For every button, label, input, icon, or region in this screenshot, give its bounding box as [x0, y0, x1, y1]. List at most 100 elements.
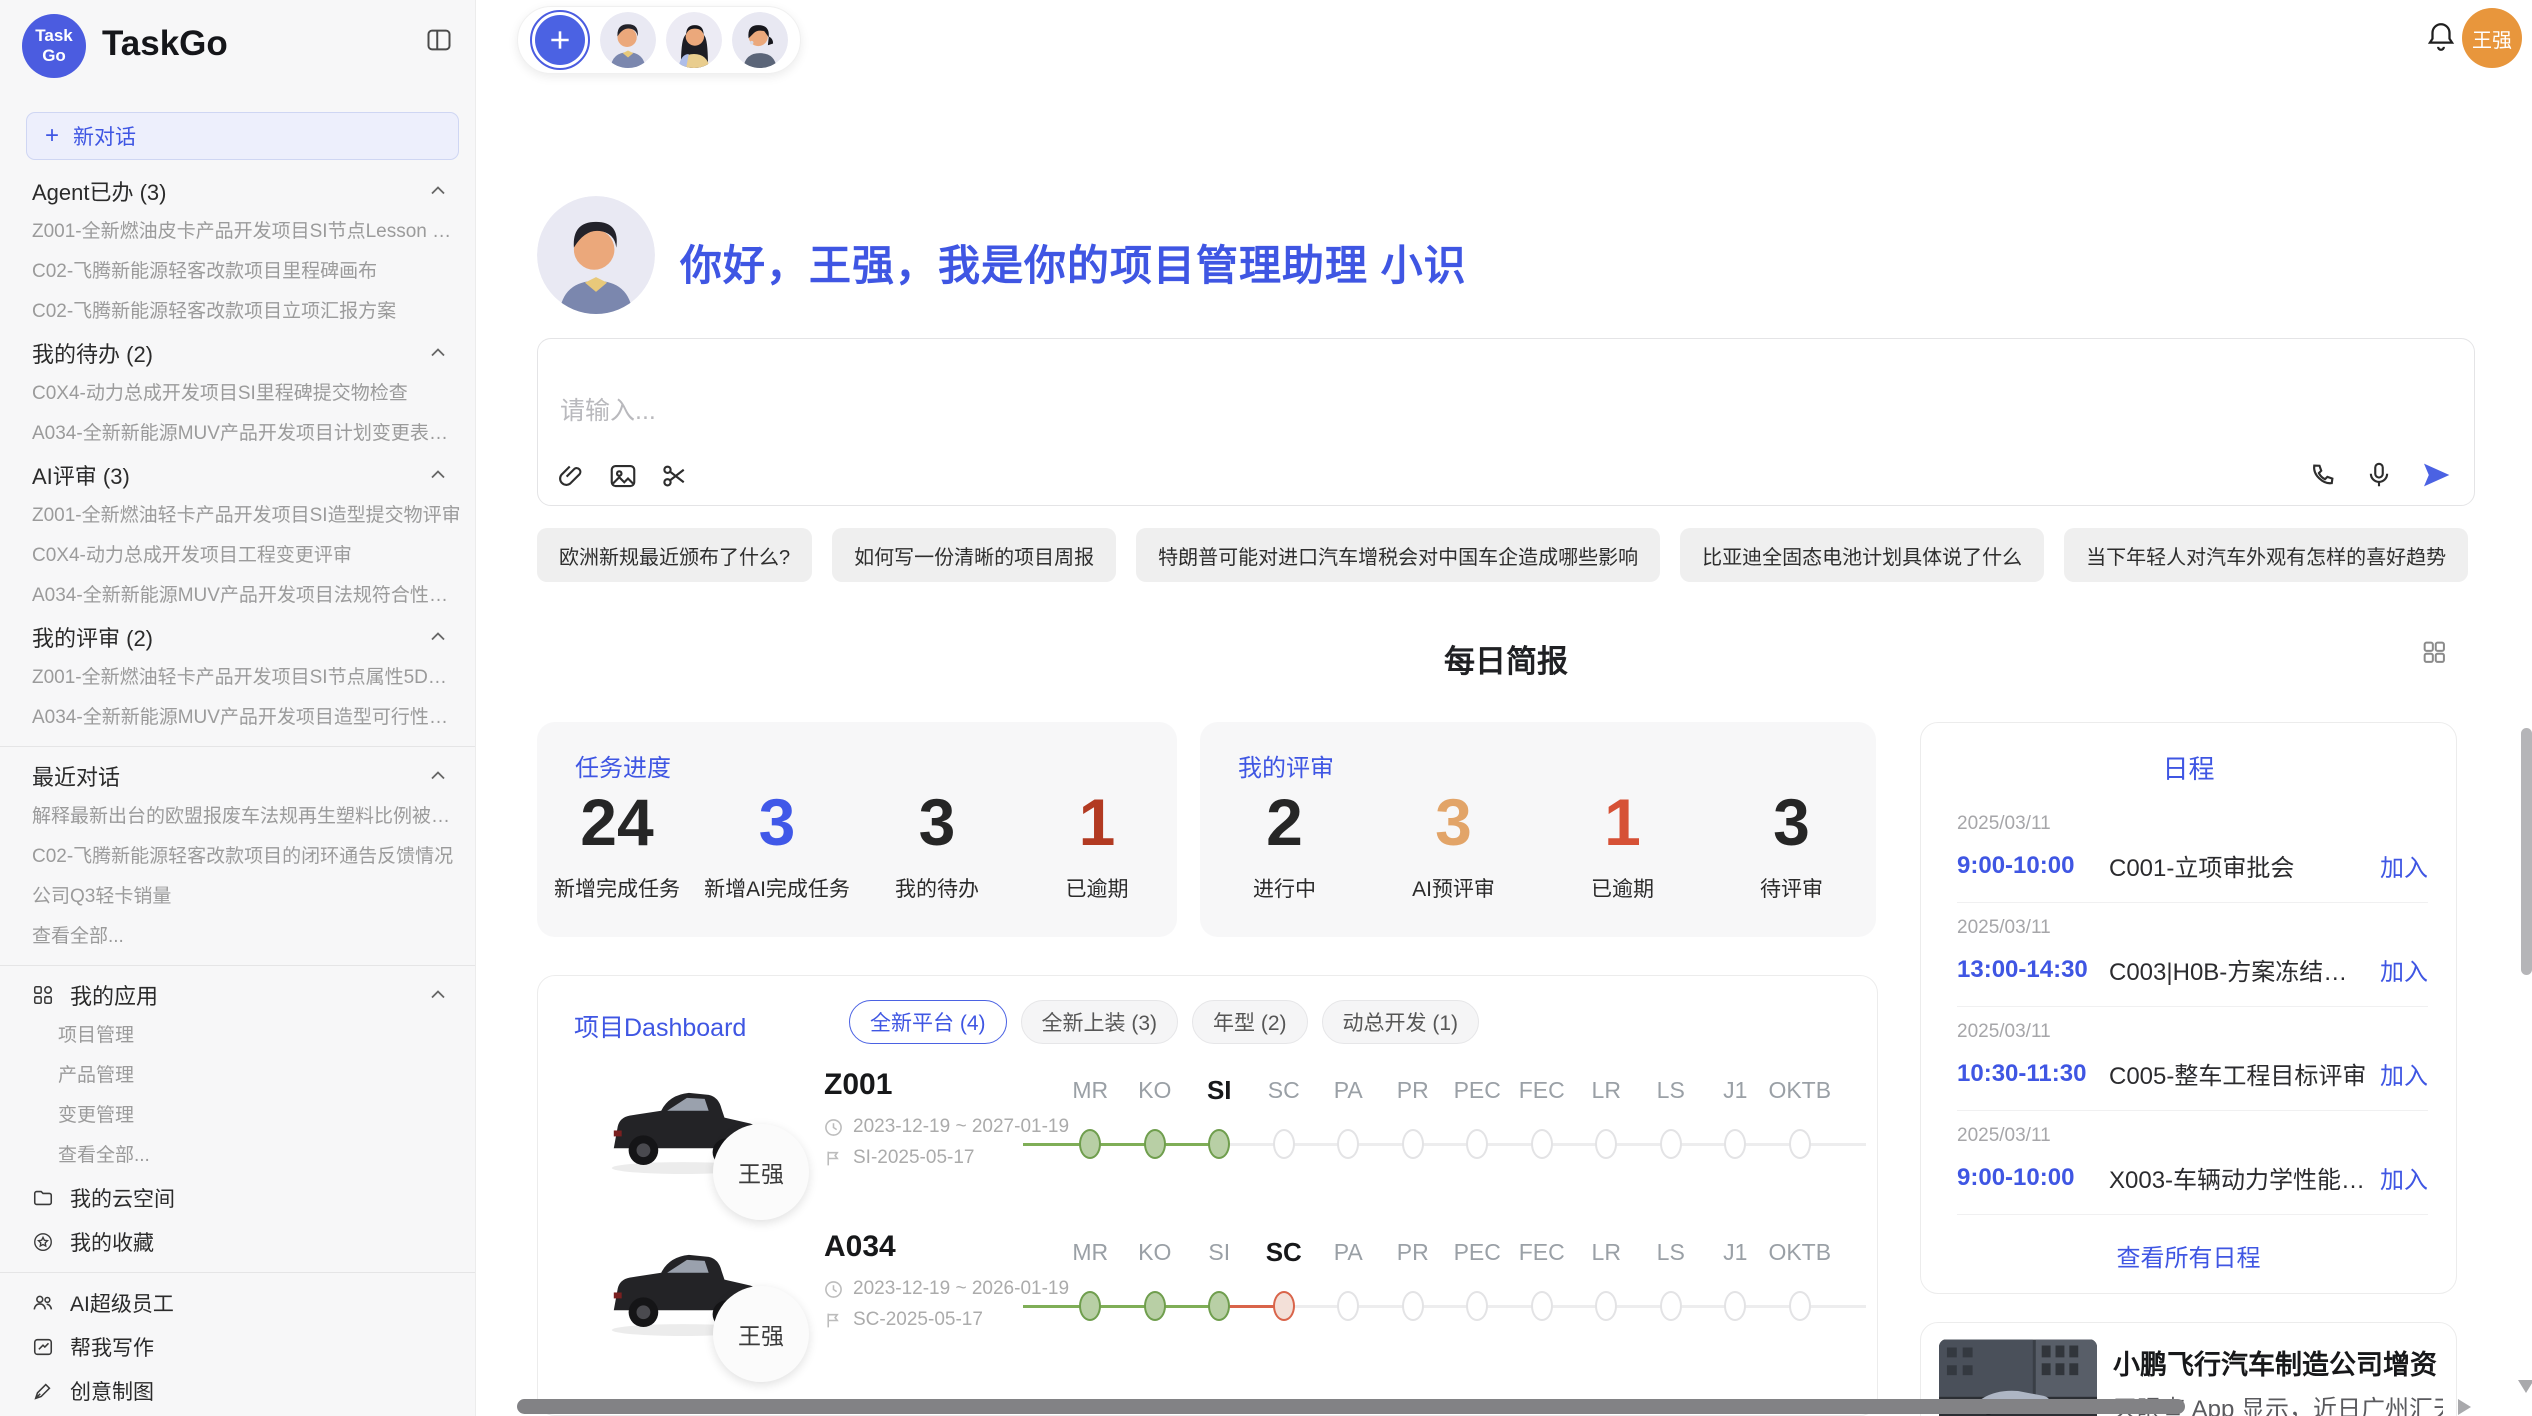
sidebar-item-label: 我的云空间: [70, 1183, 175, 1213]
stat-new-ai-completed: 3 新增AI完成任务: [697, 788, 857, 937]
layout-grid-icon[interactable]: [2420, 638, 2448, 666]
list-item[interactable]: A034-全新新能源MUV产品开发项目造型可行性评审: [0, 698, 475, 738]
assistant-avatar-3[interactable]: [732, 12, 788, 68]
users-icon: [32, 1292, 54, 1314]
view-all-schedule-link[interactable]: 查看所有日程: [1921, 1238, 2456, 1273]
list-item[interactable]: C0X4-动力总成开发项目SI里程碑提交物检查: [0, 374, 475, 414]
section-title: 最近对话: [32, 760, 120, 792]
chat-input[interactable]: [560, 397, 1460, 426]
microphone-icon[interactable]: [2364, 460, 2394, 490]
horizontal-scrollbar[interactable]: [517, 1399, 2185, 1414]
stat-value: 1: [1079, 788, 1116, 857]
sidebar-item-product-mgmt[interactable]: 产品管理: [0, 1056, 475, 1096]
list-item[interactable]: A034-全新新能源MUV产品开发项目法规符合性评审: [0, 576, 475, 616]
sidebar-item-creative-draw[interactable]: 创意制图: [0, 1369, 475, 1413]
list-item[interactable]: C0X4-动力总成开发项目工程变更评审: [0, 536, 475, 576]
list-item[interactable]: Z001-全新燃油轻卡产品开发项目SI造型提交物评审: [0, 496, 475, 536]
greeting-text: 你好，王强，我是你的项目管理助理 小识: [680, 232, 1467, 293]
assistant-avatar-1[interactable]: [600, 12, 656, 68]
list-item[interactable]: 公司Q3轻卡销量: [0, 877, 475, 917]
milestone-label: PA: [1316, 1232, 1381, 1272]
milestone-label: MR: [1058, 1070, 1123, 1110]
list-item[interactable]: C02-飞腾新能源轻客改款项目里程碑画布: [0, 252, 475, 292]
list-item[interactable]: Z001-全新燃油皮卡产品开发项目SI节点Lesson Learn报告: [0, 212, 475, 252]
project-flag-row: SI-2025-05-17: [824, 1147, 1069, 1169]
chevron-up-icon: [427, 765, 449, 787]
list-item[interactable]: Z001-全新燃油轻卡产品开发项目SI节点属性5D文件评审: [0, 658, 475, 698]
view-all-apps[interactable]: 查看全部...: [0, 1136, 475, 1176]
project-info: A034 2023-12-19 ~ 2026-01-19 SC-2025-05-…: [824, 1230, 1069, 1331]
sidebar-collapse-icon[interactable]: [425, 26, 453, 54]
logo-line-bottom: Go: [42, 46, 66, 66]
my-review-card: 我的评审 2 进行中 3 AI预评审 1 已逾期 3 待评审: [1200, 722, 1876, 937]
filter-new-platform[interactable]: 全新平台 (4): [849, 1000, 1007, 1044]
image-icon[interactable]: [608, 461, 638, 491]
milestone-label: LR: [1574, 1232, 1639, 1272]
milestone-label-current: SI: [1187, 1070, 1252, 1110]
attachment-icon[interactable]: [556, 461, 586, 491]
stat-overdue: 1 已逾期: [1017, 788, 1177, 937]
phone-icon[interactable]: [2308, 460, 2338, 490]
sidebar-item-cloud-space[interactable]: 我的云空间: [0, 1176, 475, 1220]
suggestion-chip[interactable]: 当下年轻人对汽车外观有怎样的喜好趋势: [2064, 528, 2468, 582]
section-header-ai-review[interactable]: AI评审 (3): [0, 454, 475, 496]
milestone-label: PEC: [1445, 1232, 1510, 1272]
stat-ai-prereview: 3 AI预评审: [1369, 788, 1538, 937]
list-item[interactable]: 解释最新出台的欧盟报废车法规再生塑料比例被调至15%...: [0, 797, 475, 837]
user-avatar[interactable]: 王强: [2462, 8, 2522, 68]
add-assistant-button[interactable]: [530, 10, 590, 70]
list-item[interactable]: C02-飞腾新能源轻客改款项目立项汇报方案: [0, 292, 475, 332]
send-icon[interactable]: [2420, 459, 2452, 491]
new-chat-button[interactable]: + 新对话: [26, 112, 459, 160]
card-title: 我的评审: [1238, 748, 1334, 783]
milestone-labels: MR KO SI SC PA PR PEC FEC LR LS J1 OKTB: [1058, 1070, 1832, 1110]
milestone-node: [1531, 1291, 1553, 1321]
join-link[interactable]: 加入: [2380, 848, 2428, 883]
project-row[interactable]: 王强 Z001 2023-12-19 ~ 2027-01-19 SI-2025-…: [538, 1064, 1877, 1224]
card-title: 任务进度: [575, 748, 671, 783]
project-row[interactable]: 王强 A034 2023-12-19 ~ 2026-01-19 SC-2025-…: [538, 1226, 1877, 1386]
join-link[interactable]: 加入: [2380, 1160, 2428, 1195]
scroll-down-arrow[interactable]: [2518, 1380, 2532, 1393]
filter-model-year[interactable]: 年型 (2): [1192, 1000, 1308, 1044]
section-header-recent[interactable]: 最近对话: [0, 755, 475, 797]
filter-powertrain[interactable]: 动总开发 (1): [1322, 1000, 1480, 1044]
entry-time: 9:00-10:00: [1957, 852, 2109, 880]
sidebar-item-project-mgmt[interactable]: 项目管理: [0, 1016, 475, 1056]
view-all-conversations[interactable]: 查看全部...: [0, 917, 475, 957]
suggestion-chip[interactable]: 欧洲新规最近颁布了什么?: [537, 528, 812, 582]
assistant-avatar-2[interactable]: [666, 12, 722, 68]
sidebar-item-help-write[interactable]: 帮我写作: [0, 1325, 475, 1369]
list-item[interactable]: A034-全新新能源MUV产品开发项目计划变更表编写: [0, 414, 475, 454]
join-link[interactable]: 加入: [2380, 952, 2428, 987]
milestone-label: J1: [1703, 1232, 1768, 1272]
milestone-node: [1466, 1291, 1488, 1321]
section-header-my-apps[interactable]: 我的应用: [0, 974, 475, 1016]
milestone-label: PR: [1381, 1232, 1446, 1272]
task-progress-card: 任务进度 24 新增完成任务 3 新增AI完成任务 3 我的待办 1 已逾期: [537, 722, 1177, 937]
list-item[interactable]: C02-飞腾新能源轻客改款项目的闭环通告反馈情况: [0, 837, 475, 877]
section-title: AI评审 (3): [32, 459, 130, 491]
vertical-scrollbar[interactable]: [2521, 728, 2532, 975]
suggestion-chip[interactable]: 比亚迪全固态电池计划具体说了什么: [1680, 528, 2044, 582]
project-date-range-row: 2023-12-19 ~ 2027-01-19: [824, 1116, 1069, 1138]
filter-new-body[interactable]: 全新上装 (3): [1021, 1000, 1179, 1044]
milestone-timeline: MR KO SI SC PA PR PEC FEC LR LS J1 OKTB: [1058, 1070, 1832, 1190]
suggestion-chip[interactable]: 特朗普可能对进口汽车增税会对中国车企造成哪些影响: [1136, 528, 1660, 582]
suggestion-chip[interactable]: 如何写一份清晰的项目周报: [832, 528, 1116, 582]
milestone-node: [1724, 1129, 1746, 1159]
section-header-agent-done[interactable]: Agent已办 (3): [0, 170, 475, 212]
notification-bell-icon[interactable]: [2424, 20, 2458, 54]
star-badge-icon: [32, 1231, 54, 1253]
scissors-icon[interactable]: [660, 461, 690, 491]
section-header-my-review[interactable]: 我的评审 (2): [0, 616, 475, 658]
daily-brief-title: 每日简报: [537, 636, 2475, 681]
section-header-my-todo[interactable]: 我的待办 (2): [0, 332, 475, 374]
sidebar-item-change-mgmt[interactable]: 变更管理: [0, 1096, 475, 1136]
sidebar-item-favorites[interactable]: 我的收藏: [0, 1220, 475, 1264]
stat-label: 进行中: [1253, 873, 1316, 903]
join-link[interactable]: 加入: [2380, 1056, 2428, 1091]
scroll-right-arrow[interactable]: [2458, 1399, 2471, 1415]
milestone-label: PA: [1316, 1070, 1381, 1110]
sidebar-item-ai-staff[interactable]: AI超级员工: [0, 1281, 475, 1325]
